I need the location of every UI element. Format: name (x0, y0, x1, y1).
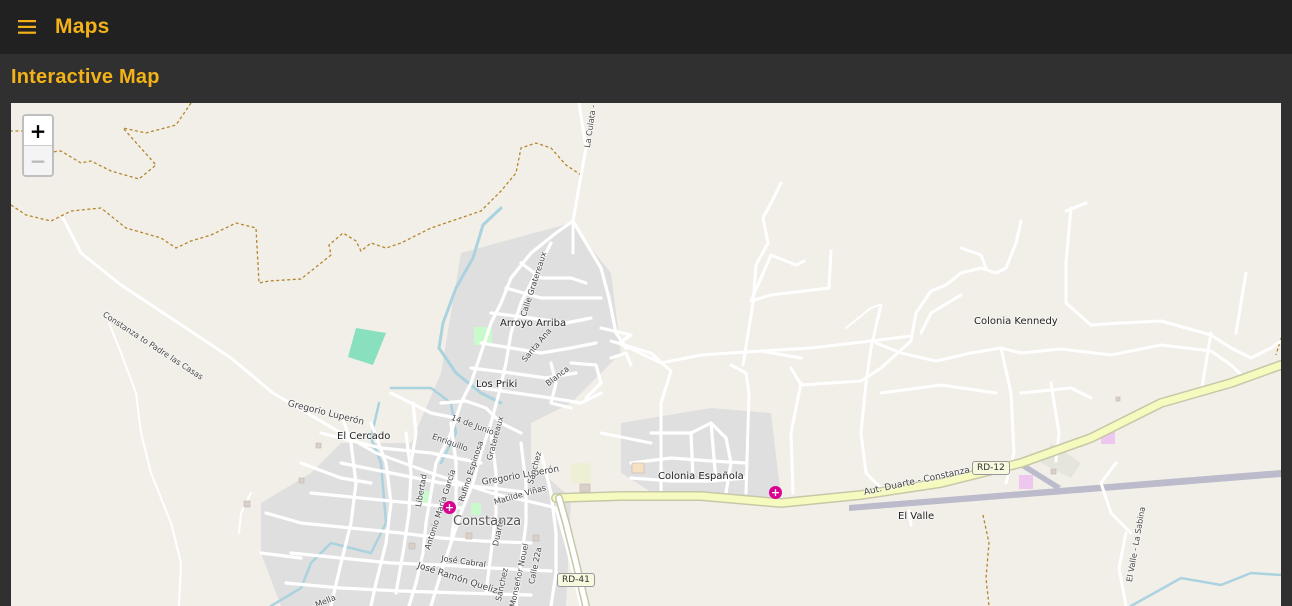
zoom-in-button[interactable]: + (24, 116, 52, 145)
minor-roads (61, 103, 1281, 606)
place-label-colonia-kennedy: Colonia Kennedy (974, 316, 1058, 327)
place-label-el-cercado: El Cercado (337, 431, 391, 442)
hospital-icon[interactable]: + (443, 501, 456, 514)
app-title: Maps (55, 15, 110, 38)
menu-button[interactable] (0, 0, 54, 54)
place-label-constanza: Constanza (453, 514, 522, 529)
interactive-map[interactable]: Colonia Kennedy Arroyo Arriba Los Priki … (11, 103, 1281, 606)
place-label-colonia-espanola: Colonia Española (658, 471, 744, 482)
app-bar: Maps (0, 0, 1292, 54)
place-label-los-priki: Los Priki (476, 379, 518, 390)
map-tiles (11, 103, 1281, 606)
zoom-control: + − (22, 114, 54, 177)
page-title: Interactive Map (11, 66, 160, 88)
sports-pitch (348, 328, 386, 365)
place-label-el-valle: El Valle (898, 511, 935, 522)
hamburger-menu-icon (18, 20, 36, 34)
route-shield-rd41: RD-41 (557, 573, 595, 587)
route-shield-rd12: RD-12 (972, 461, 1010, 475)
place-label-arroyo-arriba: Arroyo Arriba (500, 318, 567, 329)
hospital-icon[interactable]: + (769, 486, 782, 499)
zoom-out-button[interactable]: − (24, 146, 52, 175)
